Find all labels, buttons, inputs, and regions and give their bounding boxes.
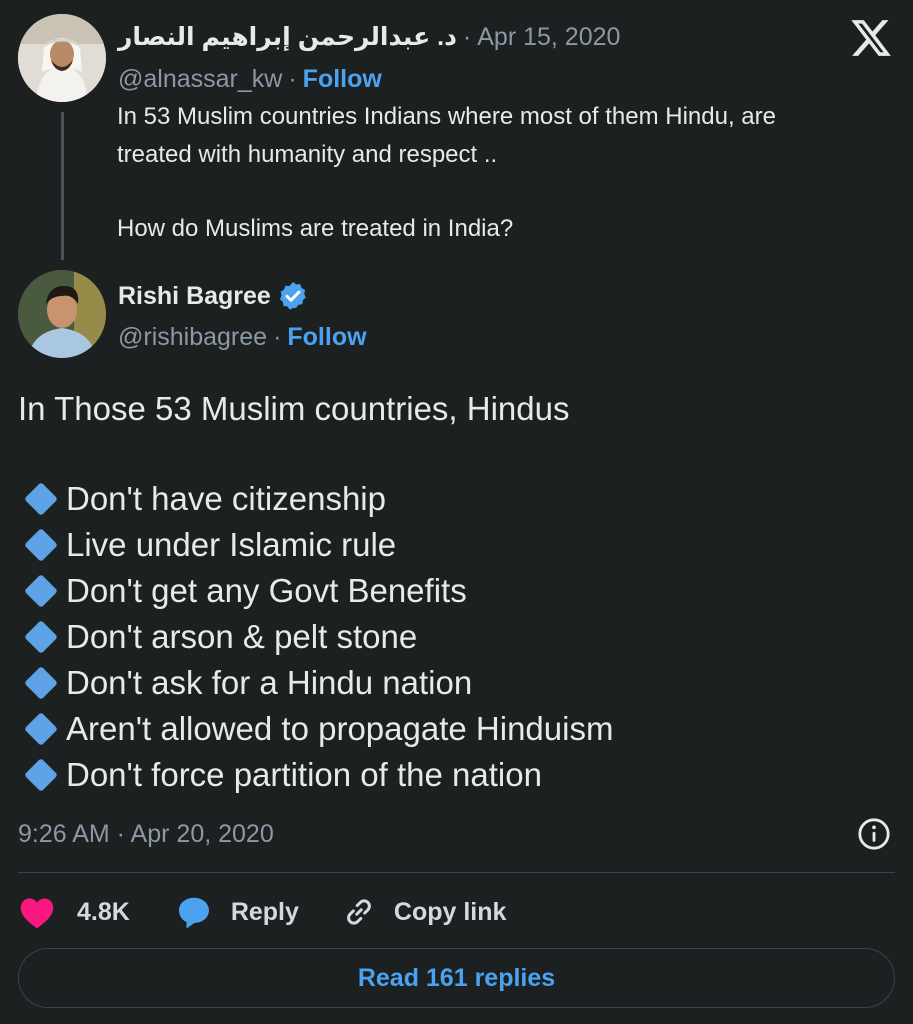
diamond-bullet-icon (24, 482, 58, 516)
list-item-text: Don't have citizenship (66, 480, 386, 517)
parent-author-avatar[interactable] (18, 14, 106, 102)
parent-follow-button[interactable]: Follow (303, 65, 382, 94)
diamond-bullet-icon (24, 666, 58, 700)
parent-handle-row: @alnassar_kw · Follow (118, 62, 382, 96)
diamond-bullet-icon (24, 620, 58, 654)
reply-intro-line: In Those 53 Muslim countries, Hindus (18, 390, 570, 427)
diamond-bullet-icon (24, 758, 58, 792)
info-icon[interactable] (857, 817, 891, 851)
x-logo-icon[interactable] (848, 16, 894, 60)
list-item-text: Don't force partition of the nation (66, 756, 542, 793)
parent-header: د. عبدالرحمن إبراهيم النصار · Apr 15, 20… (118, 20, 620, 54)
like-count: 4.8K (77, 897, 130, 926)
reply-author-name[interactable]: Rishi Bagree (118, 282, 271, 311)
parent-tweet-text: In 53 Muslim countries Indians where mos… (117, 98, 907, 248)
separator-dot: · (273, 322, 282, 351)
tweet-embed-card: د. عبدالرحمن إبراهيم النصار · Apr 15, 20… (0, 0, 913, 1024)
reply-author-avatar[interactable] (18, 270, 106, 358)
reply-timestamp[interactable]: 9:26 AM · Apr 20, 2020 (18, 816, 274, 852)
list-item-text: Don't arson & pelt stone (66, 618, 418, 655)
like-button[interactable]: 4.8K (18, 895, 130, 929)
reply-follow-button[interactable]: Follow (287, 323, 366, 352)
diamond-bullet-icon (24, 574, 58, 608)
reply-header: Rishi Bagree (118, 278, 309, 314)
reply-bubble-icon (178, 897, 209, 929)
thread-connector-line (61, 112, 64, 260)
parent-author-name[interactable]: د. عبدالرحمن إبراهيم النصار (118, 22, 457, 52)
list-item: Aren't allowed to propagate Hinduism (18, 706, 898, 752)
action-bar: 4.8K Reply Copy link (18, 890, 506, 934)
parent-handle[interactable]: @alnassar_kw (118, 65, 282, 94)
reply-handle[interactable]: @rishibagree (118, 323, 267, 352)
reply-label: Reply (230, 897, 299, 926)
copy-link-button[interactable]: Copy link (341, 894, 507, 930)
list-item: Live under Islamic rule (18, 522, 898, 568)
list-item: Don't get any Govt Benefits (18, 568, 898, 614)
list-item-text: Live under Islamic rule (66, 526, 397, 563)
heart-icon (20, 898, 54, 929)
read-replies-button[interactable]: Read 161 replies (18, 948, 895, 1008)
avatar-image (18, 270, 106, 358)
reply-button[interactable]: Reply (176, 894, 299, 930)
diamond-bullet-icon (24, 712, 58, 746)
parent-text-line: treated with humanity and respect .. (117, 141, 498, 168)
reply-tweet-text: In Those 53 Muslim countries, Hindus Don… (18, 386, 898, 798)
list-item: Don't arson & pelt stone (18, 614, 898, 660)
link-icon (347, 899, 371, 925)
diamond-bullet-icon (24, 528, 58, 562)
parent-date[interactable]: Apr 15, 2020 (477, 23, 620, 52)
list-item-text: Don't ask for a Hindu nation (66, 664, 473, 701)
list-item-text: Aren't allowed to propagate Hinduism (66, 710, 614, 747)
list-item-text: Don't get any Govt Benefits (66, 572, 467, 609)
list-item: Don't have citizenship (18, 476, 898, 522)
parent-text-line: How do Muslims are treated in India? (117, 215, 514, 242)
copy-link-label: Copy link (393, 897, 507, 926)
list-item: Don't ask for a Hindu nation (18, 660, 898, 706)
list-item: Don't force partition of the nation (18, 752, 898, 798)
separator-dot: · (288, 64, 297, 93)
avatar-image (18, 14, 106, 102)
verified-badge-icon (279, 282, 306, 310)
parent-text-line: In 53 Muslim countries Indians where mos… (117, 103, 776, 130)
separator-dot: · (462, 22, 472, 51)
divider (18, 872, 895, 873)
reply-handle-row: @rishibagree · Follow (118, 320, 367, 354)
